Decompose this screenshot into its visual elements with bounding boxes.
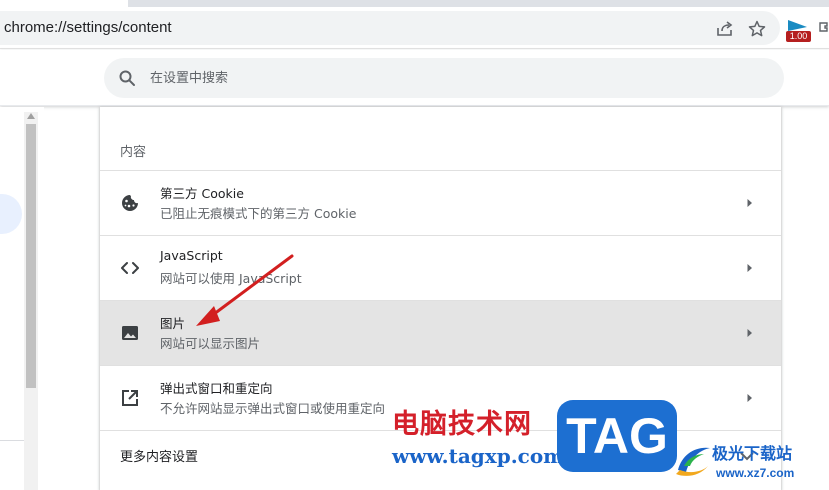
code-icon: [121, 262, 139, 274]
extension-badge: 1.00: [786, 31, 811, 42]
chevron-right-icon: [747, 199, 752, 207]
row-title: 弹出式窗口和重定向: [160, 381, 273, 396]
image-icon: [122, 326, 138, 340]
watermark-url-text: www.tagxp.com: [392, 444, 565, 468]
row-images[interactable]: 图片 网站可以显示图片: [100, 300, 781, 365]
row-subtitle: 已阻止无痕模式下的第三方 Cookie: [160, 206, 357, 221]
bookmark-star-icon[interactable]: [748, 20, 766, 38]
extensions-puzzle-icon[interactable]: [818, 21, 829, 33]
cookie-icon: [122, 195, 138, 211]
row-third-party-cookies[interactable]: 第三方 Cookie 已阻止无痕模式下的第三方 Cookie: [100, 170, 781, 235]
tab-strip: [0, 0, 829, 7]
more-content-settings-label: 更多内容设置: [120, 450, 199, 465]
row-title: JavaScript: [160, 248, 223, 263]
watermark-swirl-logo: [676, 447, 710, 476]
sidebar-divider: [0, 440, 24, 441]
active-tab-edge: [0, 0, 128, 7]
row-subtitle: 网站可以显示图片: [160, 336, 261, 351]
watermark-tag-logo: TAG: [557, 400, 677, 472]
address-url[interactable]: chrome://settings/content: [4, 19, 172, 36]
row-title: 第三方 Cookie: [160, 186, 244, 201]
search-icon: [119, 70, 135, 86]
chevron-right-icon: [747, 329, 752, 337]
settings-search-box[interactable]: [104, 58, 784, 98]
row-javascript[interactable]: JavaScript 网站可以使用 JavaScript: [100, 235, 781, 300]
scrollbar-thumb[interactable]: [26, 124, 36, 388]
watermark-site-cn: 极光下载站: [712, 444, 793, 463]
scroll-up-arrow-icon[interactable]: [27, 113, 35, 119]
row-subtitle: 网站可以使用 JavaScript: [160, 271, 302, 286]
watermark-cn-text: 电脑技术网: [392, 409, 532, 440]
open-in-new-icon: [122, 390, 138, 406]
chevron-right-icon: [747, 264, 752, 272]
browser-toolbar: chrome://settings/content 1.00: [0, 7, 829, 49]
row-title: 图片: [160, 316, 186, 331]
chevron-right-icon: [747, 394, 752, 402]
row-subtitle: 不允许网站显示弹出式窗口或使用重定向: [160, 401, 386, 416]
share-icon[interactable]: [716, 21, 734, 37]
address-bar[interactable]: chrome://settings/content: [0, 11, 780, 45]
watermark-site-url: www.xz7.com: [716, 466, 795, 480]
section-title: 内容: [120, 145, 147, 160]
settings-search-input[interactable]: [150, 58, 750, 98]
settings-header: [0, 50, 829, 106]
